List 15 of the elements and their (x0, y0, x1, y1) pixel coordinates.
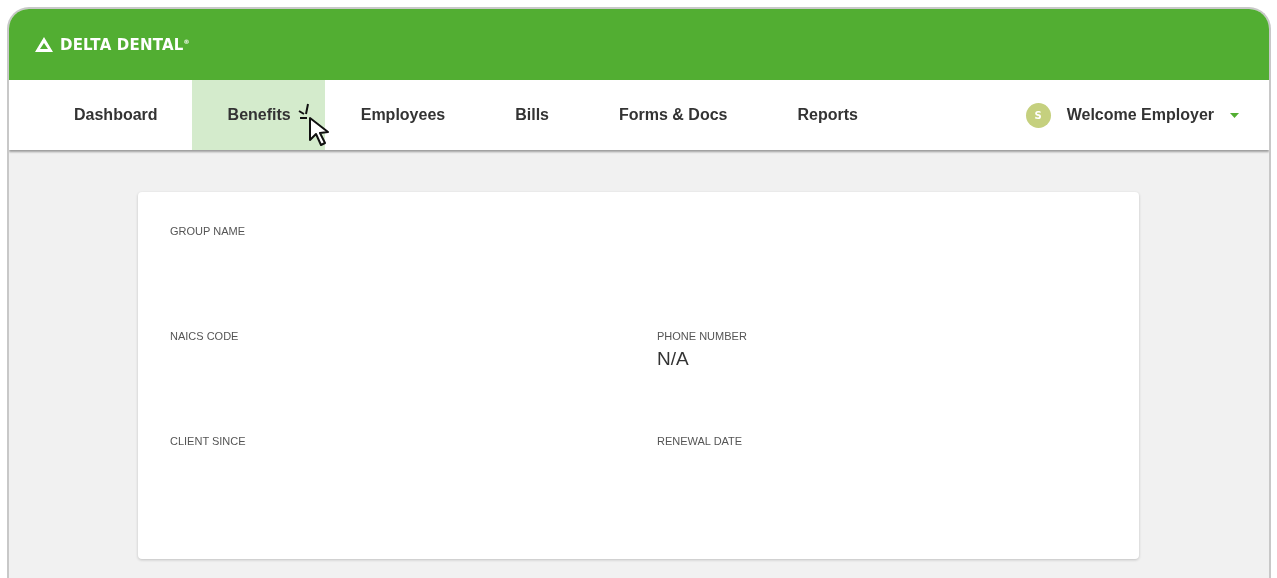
logo-triangle-icon (34, 36, 54, 53)
nav-tab[interactable]: Forms & Docs (583, 80, 762, 150)
welcome-menu[interactable]: Welcome Employer (1066, 106, 1214, 124)
field-label: NAICS CODE (170, 330, 240, 342)
field-label: CLIENT SINCE (170, 435, 247, 447)
nav-tab[interactable]: Dashboard (38, 80, 192, 150)
field-label: GROUP NAME (170, 225, 246, 237)
nav-tab[interactable]: Employees (324, 80, 480, 150)
field-value: N/A (657, 348, 690, 370)
caret-icon[interactable] (1230, 112, 1239, 118)
logo-text: DELTA DENTAL$^{®}$ (60, 35, 190, 54)
nav-tab[interactable]: Bills (479, 80, 583, 150)
field-label: PHONE NUMBER (657, 330, 748, 342)
field-label: RENEWAL DATE (657, 435, 744, 447)
nav-tab[interactable]: Reports (761, 80, 892, 150)
